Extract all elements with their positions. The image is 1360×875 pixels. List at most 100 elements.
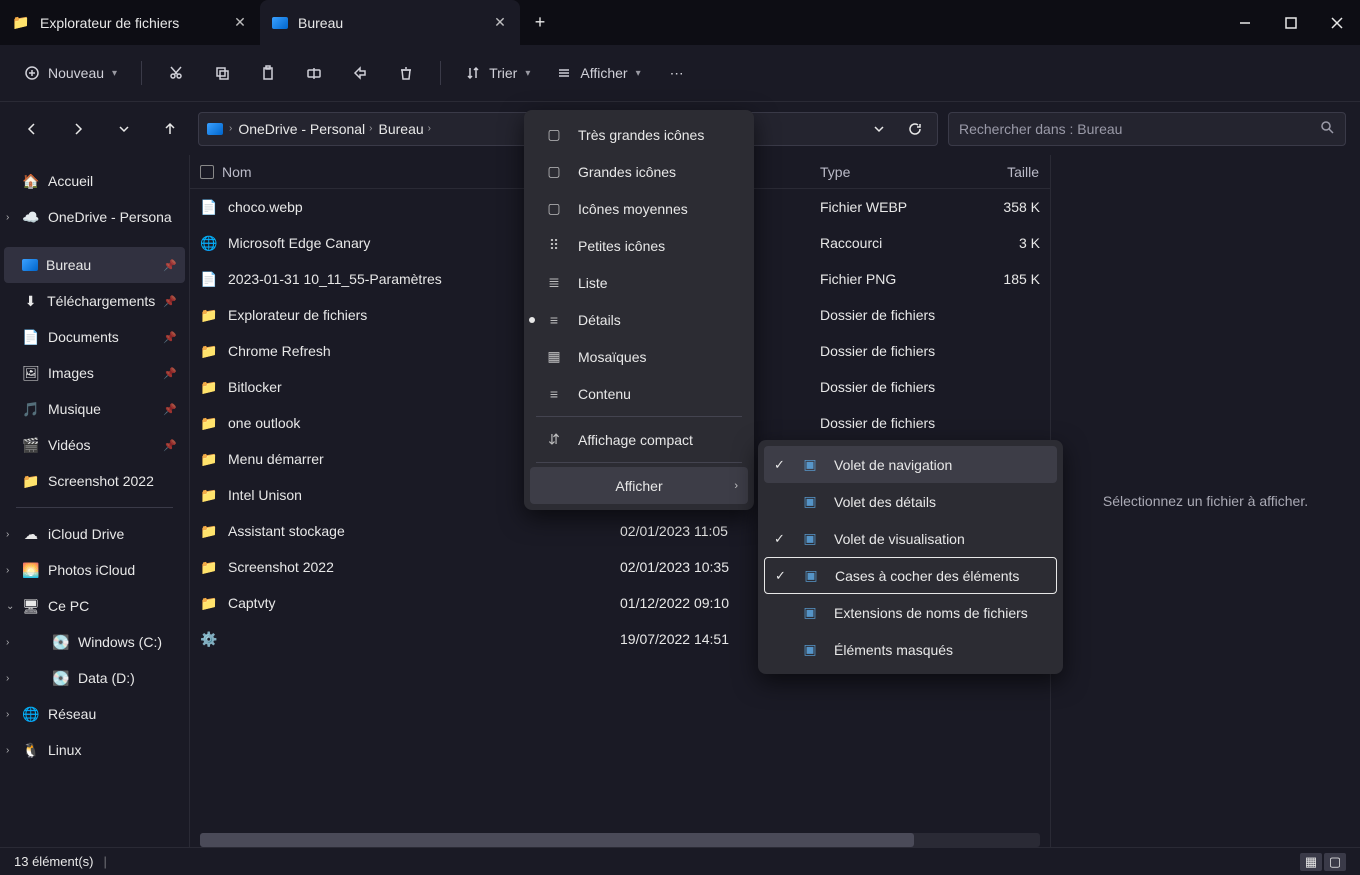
sidebar-item-label: Ce PC	[48, 598, 89, 614]
sidebar-item[interactable]: › 🌅 Photos iCloud	[4, 552, 185, 588]
menu-item[interactable]: ▢ Icônes moyennes	[530, 190, 748, 227]
sidebar-item[interactable]: 📄 Documents 📌	[4, 319, 185, 355]
menu-item[interactable]: ▢ Très grandes icônes	[530, 116, 748, 153]
sidebar-item-label: Data (D:)	[78, 670, 135, 686]
menu-item[interactable]: ≡ Détails	[530, 301, 748, 338]
expand-icon[interactable]: ⌄	[6, 601, 20, 612]
menu-item[interactable]: ✓ ▣ Volet de navigation	[764, 446, 1057, 483]
tab-bureau[interactable]: Bureau ✕	[260, 0, 520, 45]
expand-icon[interactable]: ›	[6, 212, 20, 223]
menu-icon: ▦	[544, 348, 564, 365]
breadcrumb-segment[interactable]: Bureau›	[379, 121, 432, 137]
up-button[interactable]	[152, 111, 188, 147]
details-view-button[interactable]: ▦	[1300, 853, 1322, 871]
sidebar-item[interactable]: › ☁️ OneDrive - Persona	[4, 199, 185, 235]
search-placeholder: Rechercher dans : Bureau	[959, 121, 1122, 137]
search-icon	[1319, 119, 1335, 138]
size-column[interactable]: Taille	[960, 164, 1050, 180]
menu-item[interactable]: ≣ Liste	[530, 264, 748, 301]
compact-icon: ⇵	[544, 431, 564, 448]
sort-button[interactable]: Trier ▾	[455, 55, 540, 91]
search-input[interactable]: Rechercher dans : Bureau	[948, 112, 1346, 146]
large-view-button[interactable]: ▢	[1324, 853, 1346, 871]
menu-icon: ⠿	[544, 237, 564, 254]
pin-icon: 📌	[163, 367, 177, 380]
sidebar-item-label: Accueil	[48, 173, 93, 189]
sidebar-item-label: Screenshot 2022	[48, 473, 154, 489]
sidebar-item-label: Photos iCloud	[48, 562, 135, 578]
sidebar-item[interactable]: › 🌐 Réseau	[4, 696, 185, 732]
view-button[interactable]: Afficher ▾	[546, 55, 650, 91]
menu-item-show[interactable]: Afficher ›	[530, 467, 748, 504]
cut-button[interactable]	[156, 55, 196, 91]
sidebar-item-label: Documents	[48, 329, 119, 345]
tab-close-button[interactable]: ✕	[232, 15, 248, 31]
menu-item[interactable]: ✓ ▣ Cases à cocher des éléments	[764, 557, 1057, 594]
new-button[interactable]: Nouveau ▾	[14, 55, 127, 91]
sidebar-item[interactable]: ⌄ 🖥 Ce PC	[4, 588, 185, 624]
sidebar-item[interactable]: › 🐧 Linux	[4, 732, 185, 768]
sidebar-item[interactable]: ⬇ Téléchargements 📌	[4, 283, 185, 319]
expand-icon[interactable]: ›	[6, 673, 20, 684]
separator	[536, 416, 742, 417]
menu-item[interactable]: ✓ ▣ Volet de visualisation	[764, 520, 1057, 557]
menu-item[interactable]: ▣ Extensions de noms de fichiers	[764, 594, 1057, 631]
type-column[interactable]: Type	[810, 164, 960, 180]
sidebar-item[interactable]: › 💽 Data (D:)	[4, 660, 185, 696]
menu-item[interactable]: ≡ Contenu	[530, 375, 748, 412]
sidebar-item[interactable]: 🎵 Musique 📌	[4, 391, 185, 427]
horizontal-scrollbar[interactable]	[200, 833, 1040, 847]
more-button[interactable]: ⋯	[657, 55, 697, 91]
tab-explorer[interactable]: 📁 Explorateur de fichiers ✕	[0, 0, 260, 45]
file-type: Dossier de fichiers	[820, 307, 935, 323]
copy-button[interactable]	[202, 55, 242, 91]
sidebar-item[interactable]: › 💽 Windows (C:)	[4, 624, 185, 660]
menu-item[interactable]: ▣ Éléments masqués	[764, 631, 1057, 668]
chevron-down-icon: ▾	[112, 68, 117, 79]
sidebar-item[interactable]: 📁 Screenshot 2022	[4, 463, 185, 499]
sidebar-item[interactable]: Bureau 📌	[4, 247, 185, 283]
menu-icon: ≡	[544, 312, 564, 328]
close-button[interactable]	[1314, 3, 1360, 43]
share-button[interactable]	[340, 55, 380, 91]
pin-icon: 📌	[163, 331, 177, 344]
menu-item-compact[interactable]: ⇵ Affichage compact	[530, 421, 748, 458]
expand-icon[interactable]: ›	[6, 637, 20, 648]
view-label: Afficher	[580, 65, 627, 81]
refresh-button[interactable]	[899, 115, 931, 143]
maximize-button[interactable]	[1268, 3, 1314, 43]
new-tab-button[interactable]: +	[520, 3, 560, 43]
menu-item[interactable]: ⠿ Petites icônes	[530, 227, 748, 264]
sidebar-item[interactable]: 🖼 Images 📌	[4, 355, 185, 391]
breadcrumb-segment[interactable]: OneDrive - Personal›	[238, 121, 372, 137]
menu-label: Mosaïques	[578, 349, 646, 365]
expand-icon[interactable]: ›	[6, 745, 20, 756]
sidebar-item[interactable]: 🏠 Accueil	[4, 163, 185, 199]
sort-label: Trier	[489, 65, 517, 81]
expand-icon[interactable]: ›	[6, 709, 20, 720]
minimize-button[interactable]	[1222, 3, 1268, 43]
menu-label: Cases à cocher des éléments	[835, 568, 1019, 584]
history-dropdown[interactable]	[106, 111, 142, 147]
menu-item[interactable]: ▢ Grandes icônes	[530, 153, 748, 190]
delete-button[interactable]	[386, 55, 426, 91]
rename-button[interactable]	[294, 55, 334, 91]
expand-icon[interactable]: ›	[6, 529, 20, 540]
sidebar-item-label: Bureau	[46, 257, 91, 273]
sidebar-item[interactable]: › ☁ iCloud Drive	[4, 516, 185, 552]
pin-icon: 📌	[163, 259, 177, 272]
menu-item[interactable]: ▣ Volet des détails	[764, 483, 1057, 520]
back-button[interactable]	[14, 111, 50, 147]
menu-item[interactable]: ▦ Mosaïques	[530, 338, 748, 375]
select-all-checkbox[interactable]	[200, 165, 214, 179]
scrollbar-thumb[interactable]	[200, 833, 914, 847]
file-name: one outlook	[228, 415, 300, 431]
pin-icon: 📌	[163, 295, 177, 308]
show-submenu: ✓ ▣ Volet de navigation ▣ Volet des déta…	[758, 440, 1063, 674]
tab-close-button[interactable]: ✕	[492, 15, 508, 31]
paste-button[interactable]	[248, 55, 288, 91]
forward-button[interactable]	[60, 111, 96, 147]
expand-icon[interactable]: ›	[6, 565, 20, 576]
sidebar-item[interactable]: 🎬 Vidéos 📌	[4, 427, 185, 463]
address-history-button[interactable]	[863, 115, 895, 143]
